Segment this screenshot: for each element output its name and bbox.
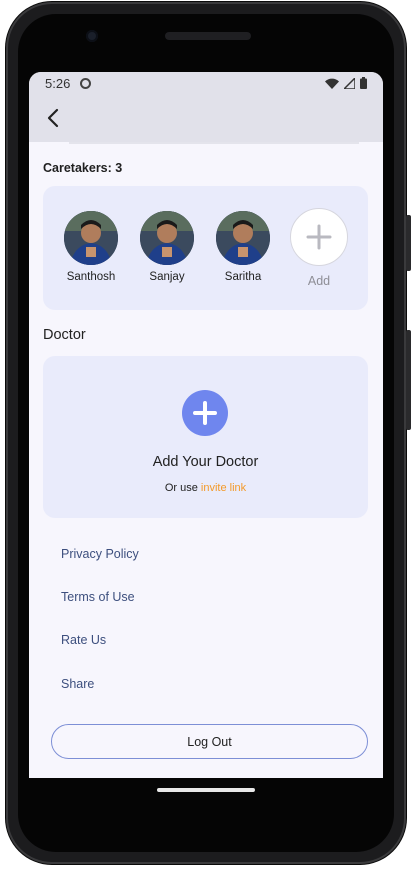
status-time: 5:26 <box>45 75 71 91</box>
doctor-section-title: Doctor <box>43 327 86 343</box>
app-bar-divider <box>69 142 359 144</box>
plus-icon <box>306 224 332 250</box>
menu-item-privacy-policy[interactable]: Privacy Policy <box>61 547 139 561</box>
invite-link[interactable]: invite link <box>201 482 246 494</box>
signal-icon <box>344 77 355 89</box>
status-bar: 5:26 <box>29 72 383 94</box>
power-button <box>406 215 411 271</box>
menu-item-terms-of-use[interactable]: Terms of Use <box>61 590 135 604</box>
app-bar <box>29 94 383 142</box>
caretaker-name: Sanjay <box>149 271 185 283</box>
app-screen: 5:26 Caretakers: 3 Santhosh Sanjay Sarit… <box>29 72 383 778</box>
back-arrow-icon <box>47 108 59 128</box>
wifi-icon <box>325 78 339 89</box>
menu-item-share[interactable]: Share <box>61 677 94 691</box>
volume-button <box>406 330 411 430</box>
caretakers-count-title: Caretakers: 3 <box>43 161 123 175</box>
caretaker-item[interactable]: Saritha <box>208 211 278 283</box>
back-button[interactable] <box>37 102 69 134</box>
caretaker-name: Saritha <box>224 271 262 283</box>
invite-row: Or use invite link <box>43 482 368 494</box>
doctor-card: Add Your Doctor Or use invite link <box>43 356 368 518</box>
add-caretaker-circle <box>290 208 348 266</box>
plus-icon <box>193 401 217 425</box>
add-caretaker-button[interactable]: Add <box>287 208 351 288</box>
caretaker-item[interactable]: Sanjay <box>132 211 202 283</box>
home-indicator[interactable] <box>157 788 255 792</box>
avatar <box>216 211 270 265</box>
add-doctor-button[interactable] <box>182 390 228 436</box>
menu-item-rate-us[interactable]: Rate Us <box>61 633 106 647</box>
add-caretaker-label: Add <box>307 274 331 288</box>
notification-icon <box>80 77 92 89</box>
logout-button[interactable]: Log Out <box>51 724 368 759</box>
status-icons <box>325 77 367 89</box>
avatar <box>140 211 194 265</box>
caretaker-name: Santhosh <box>66 271 116 283</box>
invite-prefix: Or use <box>164 482 201 494</box>
battery-icon <box>360 77 367 89</box>
caretaker-item[interactable]: Santhosh <box>56 211 126 283</box>
avatar <box>64 211 118 265</box>
caretakers-card: Santhosh Sanjay Saritha Add <box>43 186 368 310</box>
front-camera <box>86 30 98 42</box>
add-doctor-text: Add Your Doctor <box>152 454 259 470</box>
earpiece-speaker <box>165 32 251 40</box>
